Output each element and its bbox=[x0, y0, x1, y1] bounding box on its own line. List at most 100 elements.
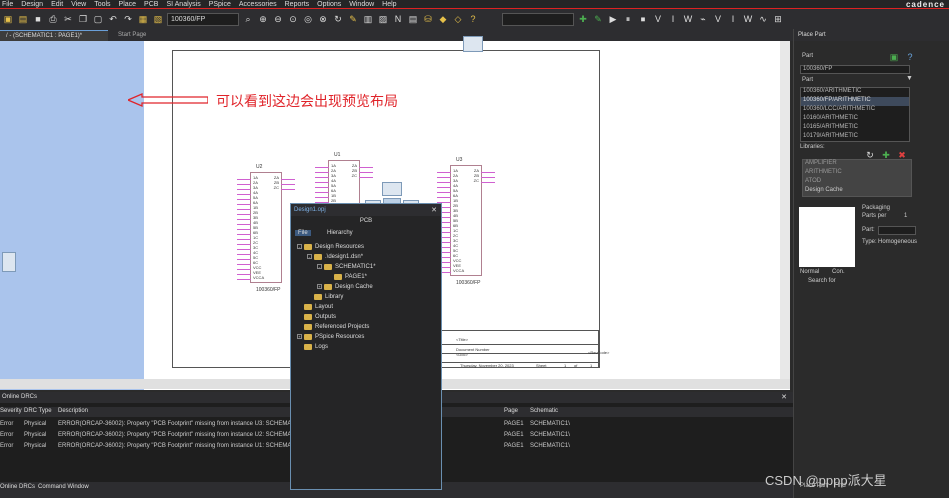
zoom-all-icon[interactable]: ◎ bbox=[302, 13, 314, 25]
refresh-icon[interactable]: ↻ bbox=[332, 13, 344, 25]
part-list-item[interactable]: 10165/ARITHMETIC bbox=[801, 124, 909, 133]
open-icon[interactable]: ▤ bbox=[17, 13, 29, 25]
expand-icon[interactable]: + bbox=[297, 334, 302, 339]
bias-v-icon[interactable]: V bbox=[712, 13, 724, 25]
col-page[interactable]: Page bbox=[504, 408, 518, 414]
drc-icon[interactable]: ▥ bbox=[362, 13, 374, 25]
bias-w-icon[interactable]: W bbox=[742, 13, 754, 25]
filter-icon[interactable]: ▼ bbox=[906, 75, 913, 82]
cross-ref-icon[interactable]: ▤ bbox=[407, 13, 419, 25]
collapse-icon[interactable]: - bbox=[317, 264, 322, 269]
marker-i-icon[interactable]: I bbox=[667, 13, 679, 25]
search-for-label[interactable]: Search for bbox=[808, 278, 836, 284]
part-num-input[interactable] bbox=[878, 226, 916, 235]
netlist-icon[interactable]: ▨ bbox=[377, 13, 389, 25]
search-icon[interactable]: ⌕ bbox=[242, 13, 254, 25]
project-title[interactable]: Design1.opj bbox=[291, 204, 441, 216]
paste-icon[interactable]: ▢ bbox=[92, 13, 104, 25]
probe-icon[interactable]: ⌁ bbox=[697, 13, 709, 25]
zoom-area-icon[interactable]: ⊙ bbox=[287, 13, 299, 25]
part-list-item[interactable]: 100360/LCC/ARITHMETIC bbox=[801, 106, 909, 115]
tab-online-drcs[interactable]: Online DRCs bbox=[0, 484, 35, 490]
part-list-item[interactable]: 100360/ARITHMETIC bbox=[801, 88, 909, 97]
normal-radio[interactable]: Normal bbox=[800, 269, 819, 275]
menu-item-pcb[interactable]: PCB bbox=[144, 1, 158, 8]
add-library-icon[interactable]: ▣ bbox=[888, 51, 900, 63]
place-part-icon[interactable]: ▦ bbox=[137, 13, 149, 25]
pin[interactable] bbox=[237, 275, 251, 280]
tree-node[interactable]: - SCHEMATIC1* bbox=[317, 262, 376, 271]
menu-item-si-analysis[interactable]: SI Analysis bbox=[166, 1, 200, 8]
col-description[interactable]: Description bbox=[58, 408, 88, 414]
menu-item-pspice[interactable]: PSpice bbox=[209, 1, 231, 8]
marker-w-icon[interactable]: W bbox=[682, 13, 694, 25]
part-list-item[interactable]: 10160/ARITHMETIC bbox=[801, 115, 909, 124]
menu-item-tools[interactable]: Tools bbox=[94, 1, 110, 8]
zoom-in-icon[interactable]: ⊕ bbox=[257, 13, 269, 25]
library-item[interactable]: ARITHMETIC bbox=[803, 169, 911, 178]
part-list[interactable]: 100360/ARITHMETIC 100360/FP/ARITHMETIC 100… bbox=[800, 87, 910, 142]
undo-icon[interactable]: ↶ bbox=[107, 13, 119, 25]
pin[interactable] bbox=[359, 173, 373, 178]
tab-file[interactable]: File bbox=[295, 230, 311, 236]
tab-schematic-page[interactable]: / - (SCHEMATIC1 : PAGE1)* bbox=[0, 30, 108, 41]
tree-node[interactable]: - .\design1.dsn* bbox=[307, 252, 363, 261]
menu-item-help[interactable]: Help bbox=[382, 1, 396, 8]
menu-item-design[interactable]: Design bbox=[21, 1, 43, 8]
project-close-icon[interactable]: ✕ bbox=[431, 206, 437, 214]
tree-node[interactable]: Referenced Projects bbox=[297, 322, 369, 331]
dock-left-icon[interactable] bbox=[2, 252, 16, 272]
cut-icon[interactable]: ✂ bbox=[62, 13, 74, 25]
menu-item-reports[interactable]: Reports bbox=[285, 1, 310, 8]
save-icon[interactable]: ■ bbox=[32, 13, 44, 25]
tree-node[interactable]: + PSpice Resources bbox=[297, 332, 364, 341]
new-sim-icon[interactable]: ✚ bbox=[577, 13, 589, 25]
tree-node[interactable]: - Design Resources bbox=[297, 242, 364, 251]
library-icon[interactable]: ◇ bbox=[452, 13, 464, 25]
part-input[interactable]: 100360/FP bbox=[800, 65, 910, 74]
project-manager-window[interactable]: Design1.opj ✕ PCB File Hierarchy - Design… bbox=[290, 203, 442, 490]
schematic-part[interactable]: 1A2A3A4A5A6A1B2B3B4B5B6B1C2C3C4C5C6CVCCV… bbox=[437, 165, 495, 276]
col-schematic[interactable]: Schematic bbox=[530, 408, 558, 414]
library-item[interactable]: AMPLIFIER bbox=[803, 160, 911, 169]
tree-node[interactable]: PAGE1* bbox=[327, 272, 367, 281]
marker-v-icon[interactable]: V bbox=[652, 13, 664, 25]
stop-icon[interactable]: ⏹ bbox=[637, 13, 649, 25]
zoom-fit-icon[interactable]: ⊗ bbox=[317, 13, 329, 25]
dock-top-icon[interactable] bbox=[463, 36, 483, 52]
pin[interactable] bbox=[481, 178, 495, 183]
copy-icon[interactable]: ❐ bbox=[77, 13, 89, 25]
schematic-part[interactable]: 1A2A3A4A5A6A1B2B3B4B5B6B1C2C3C4C5C6CVCCV… bbox=[237, 172, 295, 283]
tree-node[interactable]: Library bbox=[307, 292, 343, 301]
tree-node[interactable]: Layout bbox=[297, 302, 333, 311]
menu-item-edit[interactable]: Edit bbox=[51, 1, 63, 8]
new-icon[interactable]: ▣ bbox=[2, 13, 14, 25]
collapse-icon[interactable]: - bbox=[297, 244, 302, 249]
profile-combo[interactable] bbox=[502, 12, 574, 26]
grid-icon[interactable]: ⊞ bbox=[772, 13, 784, 25]
drc-close-icon[interactable]: ✕ bbox=[781, 393, 787, 401]
tree-node[interactable]: Outputs bbox=[297, 312, 336, 321]
menu-item-view[interactable]: View bbox=[71, 1, 86, 8]
library-item[interactable]: ATOD bbox=[803, 178, 911, 187]
menu-item-accessories[interactable]: Accessories bbox=[239, 1, 277, 8]
col-severity[interactable]: Severity bbox=[0, 408, 22, 414]
part-list-item[interactable]: 10179/ARITHMETIC bbox=[801, 133, 909, 142]
pspice-icon[interactable]: ◆ bbox=[437, 13, 449, 25]
print-icon[interactable]: ⎙ bbox=[47, 13, 59, 25]
part-combo[interactable]: 100360/FP bbox=[167, 12, 239, 26]
tree-node[interactable]: Logs bbox=[297, 342, 328, 351]
edit-sim-icon[interactable]: ✎ bbox=[592, 13, 604, 25]
libraries-list[interactable]: AMPLIFIER ARITHMETIC ATOD Design Cache bbox=[802, 159, 912, 197]
zoom-out-icon[interactable]: ⊖ bbox=[272, 13, 284, 25]
tree-node[interactable]: + Design Cache bbox=[317, 282, 373, 291]
menu-item-file[interactable]: File bbox=[2, 1, 13, 8]
part-list-item[interactable]: 100360/FP/ARITHMETIC bbox=[801, 97, 909, 106]
run-icon[interactable]: ▶ bbox=[607, 13, 619, 25]
vertical-scrollbar[interactable] bbox=[780, 41, 790, 379]
expand-icon[interactable]: + bbox=[317, 284, 322, 289]
wave-icon[interactable]: ∿ bbox=[757, 13, 769, 25]
pin[interactable] bbox=[281, 185, 295, 190]
annotate-icon[interactable]: ✎ bbox=[347, 13, 359, 25]
menu-item-options[interactable]: Options bbox=[317, 1, 341, 8]
